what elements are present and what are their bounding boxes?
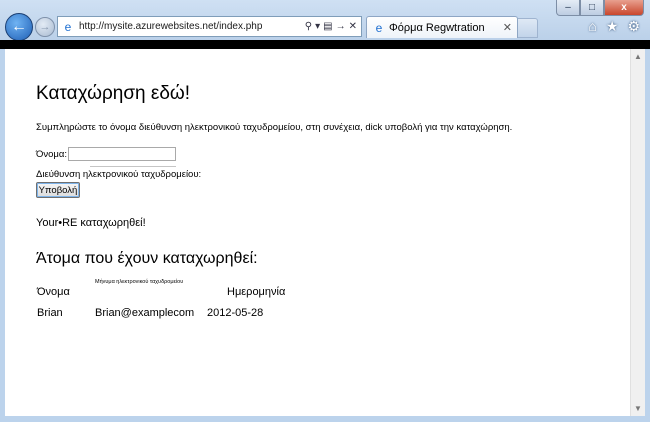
gear-icon[interactable]: ⚙ [627,18,640,35]
page-viewport: Καταχώρηση εδώ! Συμπληρώστε το όνομα διε… [5,49,630,416]
name-label: Όνομα: [36,148,67,160]
window-bottom-edge [0,416,650,422]
submit-button[interactable]: Υποβολή [36,182,80,198]
minimize-button[interactable]: – [556,0,580,16]
back-button[interactable]: ← [5,13,33,41]
close-tab-icon[interactable]: ✕ [503,21,512,34]
tab-title: Φόρμα Regwtration [389,21,485,34]
new-tab-button[interactable] [518,18,538,38]
address-tools: ⚲ ▾ ▤ → ✕ [305,21,361,32]
maximize-button[interactable]: □ [580,0,604,16]
star-icon[interactable]: ★ [606,18,619,35]
go-icon[interactable]: → [336,21,346,32]
success-message: Your•RE καταχωρηθεί! [36,217,146,229]
name-row: Όνομα: [36,147,176,161]
browser-right-icons: ⌂ ★ ⚙ [588,18,640,35]
arrow-left-icon: ← [11,18,27,35]
scroll-down-icon[interactable]: ▼ [631,401,645,416]
table-header-name: Όνομα [37,286,70,298]
home-icon[interactable]: ⌂ [588,18,596,35]
browser-toolbar: – □ x ← → e http://mysite.azurewebsites.… [0,0,650,44]
table-header-date: Ημερομηνία [227,286,286,298]
window-controls: – □ x [556,0,644,16]
scroll-up-icon[interactable]: ▲ [631,49,645,64]
ie-page-icon: e [64,19,72,34]
address-url[interactable]: http://mysite.azurewebsites.net/index.ph… [79,21,305,32]
dropdown-icon[interactable]: ▾ [315,21,320,32]
search-icon[interactable]: ⚲ [305,21,312,32]
table-cell-date: 2012-05-28 [207,307,264,319]
stop-icon[interactable]: ✕ [349,21,357,32]
compat-view-icon[interactable]: ▤ [323,21,332,32]
tab-active[interactable]: e Φόρμα Regwtration ✕ [366,16,518,38]
table-cell-email: Brian@examplecom [95,307,195,319]
instructions-text: Συμπληρώστε το όνομα διεύθυνση ηλεκτρονι… [36,122,513,133]
forward-button[interactable]: → [35,17,55,37]
close-window-button[interactable]: x [604,0,644,16]
table-header-email: Μήνυμα ηλεκτρονικού ταχυδρομείου [95,279,184,285]
ie-page-icon: e [375,20,383,35]
address-bar[interactable]: e http://mysite.azurewebsites.net/index.… [57,16,362,37]
registrants-heading: Άτομα που έχουν καταχωρηθεί: [36,250,258,267]
email-input[interactable] [90,162,176,167]
name-input[interactable] [68,147,176,161]
toolbar-separator [0,40,650,49]
email-label: Διεύθυνση ηλεκτρονικού ταχυδρομείου: [36,169,202,180]
vertical-scrollbar[interactable]: ▲ ▼ [630,49,645,416]
table-cell-name: Brian [37,307,63,319]
arrow-right-icon: → [39,21,51,33]
page-title: Καταχώρηση εδώ! [36,83,191,104]
